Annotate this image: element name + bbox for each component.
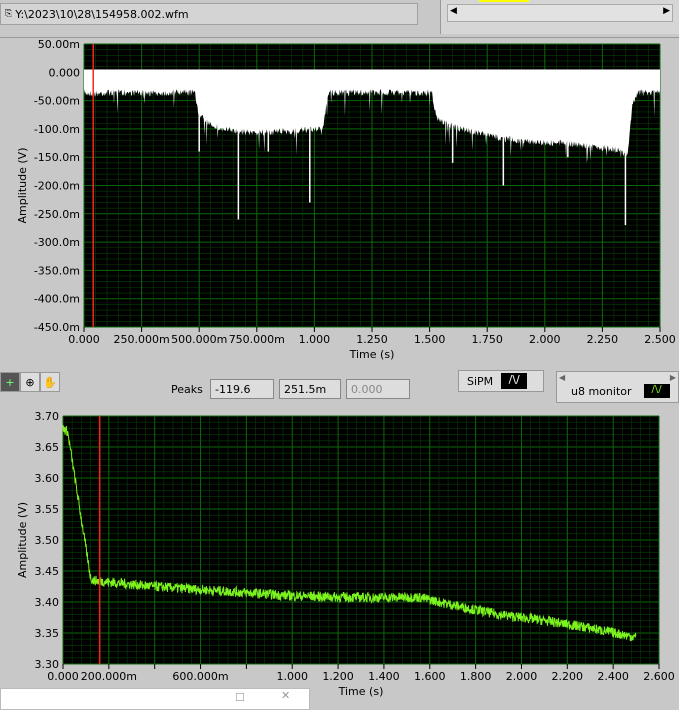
x-tick-label: 1.500 bbox=[414, 333, 446, 346]
y-tick-label: -150.0m bbox=[34, 151, 80, 164]
x-tick-label: 1.200 bbox=[322, 670, 354, 683]
y-tick-label: -400.0m bbox=[34, 293, 80, 306]
x-tick-label: 1.600 bbox=[414, 670, 446, 683]
close-icon[interactable]: ✕ bbox=[281, 689, 290, 702]
pan-hand-icon[interactable]: ✋ bbox=[40, 372, 60, 392]
y-tick-label: -250.0m bbox=[34, 208, 80, 221]
top-waveform-graph[interactable]: 50.00m 0.000 -50.00m -100.0m -150.0m -200.0m -… bbox=[16, 38, 676, 361]
x-tick-label: 500.000m bbox=[171, 333, 227, 346]
y-tick-label: -300.0m bbox=[34, 236, 80, 249]
x-tick-label: 200.000m bbox=[81, 670, 137, 683]
x-tick-label: 2.000 bbox=[506, 670, 538, 683]
y-tick-label: -100.0m bbox=[34, 123, 80, 136]
legend-scroll-right-icon[interactable]: ▶ bbox=[670, 373, 676, 382]
y-axis-label: Amplitude (V) bbox=[16, 502, 29, 578]
x-tick-label: 750.000m bbox=[229, 333, 285, 346]
zoom-tool-icon[interactable]: ⊕ bbox=[20, 372, 40, 392]
plot-line-white-icon: /\/ bbox=[501, 373, 528, 389]
peak-value-1[interactable]: -119.6 bbox=[210, 379, 274, 399]
bottom-waveform-graph[interactable]: 3.703.653.603.553.503.453.403.353.300.00… bbox=[16, 410, 675, 698]
x-tick-label: 1.750 bbox=[471, 333, 503, 346]
legend-u8[interactable]: ◀ ▶ u8 monitor /\/ bbox=[556, 371, 679, 403]
y-tick-label: 3.55 bbox=[35, 503, 60, 516]
x-tick-label: 250.000m bbox=[113, 333, 169, 346]
x-tick-label: 2.000 bbox=[529, 333, 561, 346]
x-axis-label: Time (s) bbox=[338, 685, 384, 698]
y-tick-label: 3.70 bbox=[35, 410, 60, 423]
x-tick-label: 2.600 bbox=[643, 670, 675, 683]
x-tick-label: 2.500 bbox=[644, 333, 676, 346]
y-tick-label: 3.50 bbox=[35, 534, 60, 547]
x-tick-label: 1.400 bbox=[368, 670, 400, 683]
graph-palette: + ⊕ ✋ bbox=[0, 372, 64, 394]
legend-u8-label: u8 monitor bbox=[571, 385, 632, 398]
x-tick-label: 2.200 bbox=[552, 670, 584, 683]
x-tick-label: 0.000 bbox=[47, 670, 79, 683]
x-tick-label: 2.400 bbox=[597, 670, 629, 683]
y-tick-label: 3.40 bbox=[35, 596, 60, 609]
plot-line-green-icon: /\/ bbox=[643, 384, 670, 398]
background-window[interactable]: ☐ ✕ bbox=[0, 688, 310, 710]
x-tick-label: 600.000m bbox=[172, 670, 228, 683]
y-tick-label: 3.45 bbox=[35, 565, 60, 578]
y-tick-label: 50.00m bbox=[38, 38, 80, 51]
y-tick-label: 3.60 bbox=[35, 472, 60, 485]
y-tick-label: -50.00m bbox=[34, 95, 80, 108]
y-tick-label: 3.65 bbox=[35, 441, 60, 454]
y-axis-label: Amplitude (V) bbox=[16, 148, 29, 224]
y-tick-label: -350.0m bbox=[34, 264, 80, 277]
y-tick-label: 0.000 bbox=[49, 66, 81, 79]
x-tick-label: 2.250 bbox=[587, 333, 619, 346]
charts-canvas: 50.00m 0.000 -50.00m -100.0m -150.0m -200.0m -… bbox=[16, 38, 676, 698]
peak-value-2[interactable]: 251.5m bbox=[279, 379, 341, 399]
x-tick-label: 1.000 bbox=[276, 670, 308, 683]
peak-value-3[interactable]: 0.000 bbox=[346, 379, 410, 399]
peaks-label: Peaks bbox=[171, 383, 203, 396]
sipm-upper-edge bbox=[84, 69, 660, 76]
x-tick-label: 1.800 bbox=[460, 670, 492, 683]
x-tick-label: 1.000 bbox=[299, 333, 331, 346]
x-axis-label: Time (s) bbox=[349, 348, 395, 361]
y-tick-label: -200.0m bbox=[34, 180, 80, 193]
y-tick-label: 3.35 bbox=[35, 627, 60, 640]
legend-sipm-label: SiPM bbox=[467, 374, 494, 388]
maximize-icon[interactable]: ☐ bbox=[235, 691, 245, 704]
x-tick-label: 1.250 bbox=[356, 333, 388, 346]
cursor-tool-icon[interactable]: + bbox=[0, 372, 20, 392]
legend-sipm[interactable]: SiPM /\/ bbox=[458, 370, 544, 392]
x-tick-label: 0.000 bbox=[68, 333, 100, 346]
legend-scroll-left-icon[interactable]: ◀ bbox=[559, 373, 565, 382]
